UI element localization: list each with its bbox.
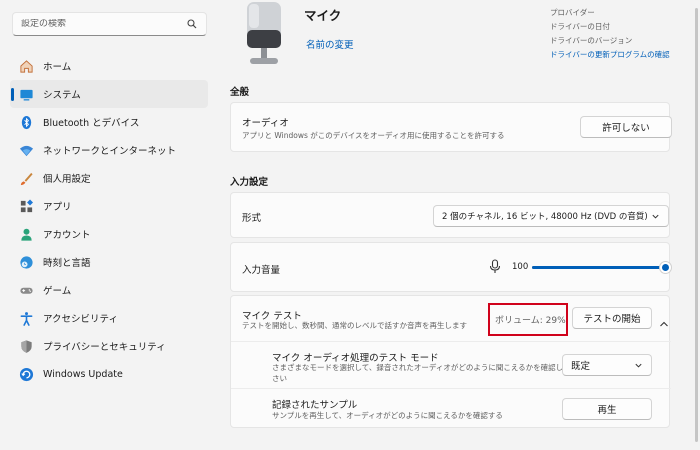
sidebar-item-time-language[interactable]: 時刻と言語 bbox=[10, 248, 208, 276]
microphone-icon bbox=[240, 0, 288, 72]
format-title: 形式 bbox=[242, 213, 262, 224]
sidebar-item-label: プライバシーとセキュリティ bbox=[43, 342, 166, 353]
sidebar-item-label: ゲーム bbox=[43, 286, 72, 297]
processing-description-2: さい bbox=[272, 374, 287, 383]
sidebar-item-accessibility[interactable]: アクセシビリティ bbox=[10, 304, 208, 332]
input-volume-card: 入力音量 100 bbox=[230, 242, 671, 292]
processing-mode-value: 既定 bbox=[571, 361, 591, 372]
sidebar-item-label: アプリ bbox=[43, 202, 72, 213]
sidebar-item-label: ホーム bbox=[43, 62, 72, 73]
audio-title: オーディオ bbox=[242, 118, 289, 129]
update-icon bbox=[18, 366, 34, 382]
device-header: マイク 名前の変更 プロバイダー ドライバーの日付 ドライバーのバージョン ドラ… bbox=[230, 0, 670, 72]
audio-card: オーディオ アプリと Windows がこのデバイスをオーディオ用に使用すること… bbox=[230, 102, 672, 152]
disallow-button[interactable]: 許可しない bbox=[580, 116, 672, 138]
driver-update-link[interactable]: ドライバーの更新プログラムの確認 bbox=[550, 48, 670, 62]
sidebar-item-accounts[interactable]: アカウント bbox=[10, 220, 208, 248]
audio-description: アプリと Windows がこのデバイスをオーディオ用に使用することを許可する bbox=[242, 131, 505, 140]
section-title-general: 全般 bbox=[230, 87, 250, 98]
page-title: マイク bbox=[304, 8, 342, 23]
rename-link[interactable]: 名前の変更 bbox=[306, 37, 354, 51]
sidebar-nav: ホーム システム Bluetooth とデバイス ネットワークとインターネット … bbox=[10, 52, 208, 388]
mic-test-card: マイク テスト テストを開始し、数秒間、通常のレベルで話すか音声を再生します ボ… bbox=[230, 295, 671, 428]
microphone-small-icon[interactable] bbox=[489, 259, 501, 278]
chevron-down-icon bbox=[634, 361, 643, 373]
scrollbar[interactable] bbox=[695, 8, 698, 442]
account-icon bbox=[18, 226, 34, 242]
sidebar-item-label: システム bbox=[43, 90, 81, 101]
mic-test-description: テストを開始し、数秒間、通常のレベルで話すか音声を再生します bbox=[242, 321, 467, 330]
sidebar-item-gaming[interactable]: ゲーム bbox=[10, 276, 208, 304]
volume-readout: ボリューム: 29% bbox=[495, 316, 566, 326]
sidebar-item-system[interactable]: システム bbox=[10, 80, 208, 108]
play-button[interactable]: 再生 bbox=[562, 398, 652, 420]
sidebar-item-label: ネットワークとインターネット bbox=[43, 146, 177, 157]
device-properties: プロバイダー ドライバーの日付 ドライバーのバージョン ドライバーの更新プログラ… bbox=[550, 6, 670, 62]
bluetooth-icon bbox=[18, 114, 34, 130]
wifi-icon bbox=[18, 142, 34, 158]
start-test-button[interactable]: テストの開始 bbox=[572, 307, 652, 329]
section-title-input: 入力設定 bbox=[230, 177, 269, 188]
input-volume-slider[interactable] bbox=[532, 266, 666, 269]
sidebar-item-personalization[interactable]: 個人用設定 bbox=[10, 164, 208, 192]
home-icon bbox=[18, 58, 34, 74]
chevron-down-icon bbox=[651, 212, 660, 224]
chevron-up-icon[interactable] bbox=[659, 313, 669, 332]
main-content: マイク 名前の変更 プロバイダー ドライバーの日付 ドライバーのバージョン ドラ… bbox=[230, 0, 672, 450]
shield-icon bbox=[18, 338, 34, 354]
driver-date-label: ドライバーの日付 bbox=[550, 22, 610, 31]
sidebar-item-label: 時刻と言語 bbox=[43, 258, 91, 269]
driver-version-label: ドライバーのバージョン bbox=[550, 36, 633, 45]
processing-mode-dropdown[interactable]: 既定 bbox=[562, 354, 652, 376]
sidebar-item-bluetooth[interactable]: Bluetooth とデバイス bbox=[10, 108, 208, 136]
sidebar-item-privacy[interactable]: プライバシーとセキュリティ bbox=[10, 332, 208, 360]
accessibility-icon bbox=[18, 310, 34, 326]
gamepad-icon bbox=[18, 282, 34, 298]
input-volume-title: 入力音量 bbox=[242, 265, 281, 276]
search-icon[interactable] bbox=[186, 18, 198, 30]
divider bbox=[231, 341, 671, 342]
sidebar-item-home[interactable]: ホーム bbox=[10, 52, 208, 80]
system-icon bbox=[18, 86, 34, 102]
sidebar-item-label: アカウント bbox=[43, 230, 91, 241]
sidebar-item-label: 個人用設定 bbox=[43, 174, 91, 185]
provider-label: プロバイダー bbox=[550, 8, 595, 17]
sidebar: ホーム システム Bluetooth とデバイス ネットワークとインターネット … bbox=[0, 0, 216, 450]
processing-description-1: さまざまなモードを選択して、録音されたオーディオがどのように聞こえるかを確認して… bbox=[272, 363, 586, 372]
sidebar-item-label: Bluetooth とデバイス bbox=[43, 118, 140, 129]
slider-thumb[interactable] bbox=[660, 262, 671, 273]
input-volume-value: 100 bbox=[512, 262, 529, 272]
sidebar-item-label: アクセシビリティ bbox=[43, 314, 118, 325]
apps-icon bbox=[18, 198, 34, 214]
format-value: 2 個のチャネル, 16 ビット, 48000 Hz (DVD の音質) bbox=[442, 212, 648, 222]
sidebar-item-apps[interactable]: アプリ bbox=[10, 192, 208, 220]
sidebar-item-label: Windows Update bbox=[43, 368, 123, 380]
sample-description: サンプルを再生して、オーディオがどのように聞こえるかを確認する bbox=[272, 411, 503, 420]
brush-icon bbox=[18, 170, 34, 186]
search-input[interactable] bbox=[21, 19, 186, 29]
format-dropdown[interactable]: 2 個のチャネル, 16 ビット, 48000 Hz (DVD の音質) bbox=[433, 205, 669, 227]
globe-clock-icon bbox=[18, 254, 34, 270]
search-box[interactable] bbox=[12, 12, 207, 36]
format-card: 形式 2 個のチャネル, 16 ビット, 48000 Hz (DVD の音質) bbox=[230, 192, 670, 238]
sample-title: 記録されたサンプル bbox=[272, 400, 358, 411]
sidebar-item-network[interactable]: ネットワークとインターネット bbox=[10, 136, 208, 164]
slider-fill bbox=[532, 266, 666, 269]
divider bbox=[231, 388, 671, 389]
sidebar-item-windows-update[interactable]: Windows Update bbox=[10, 360, 208, 388]
